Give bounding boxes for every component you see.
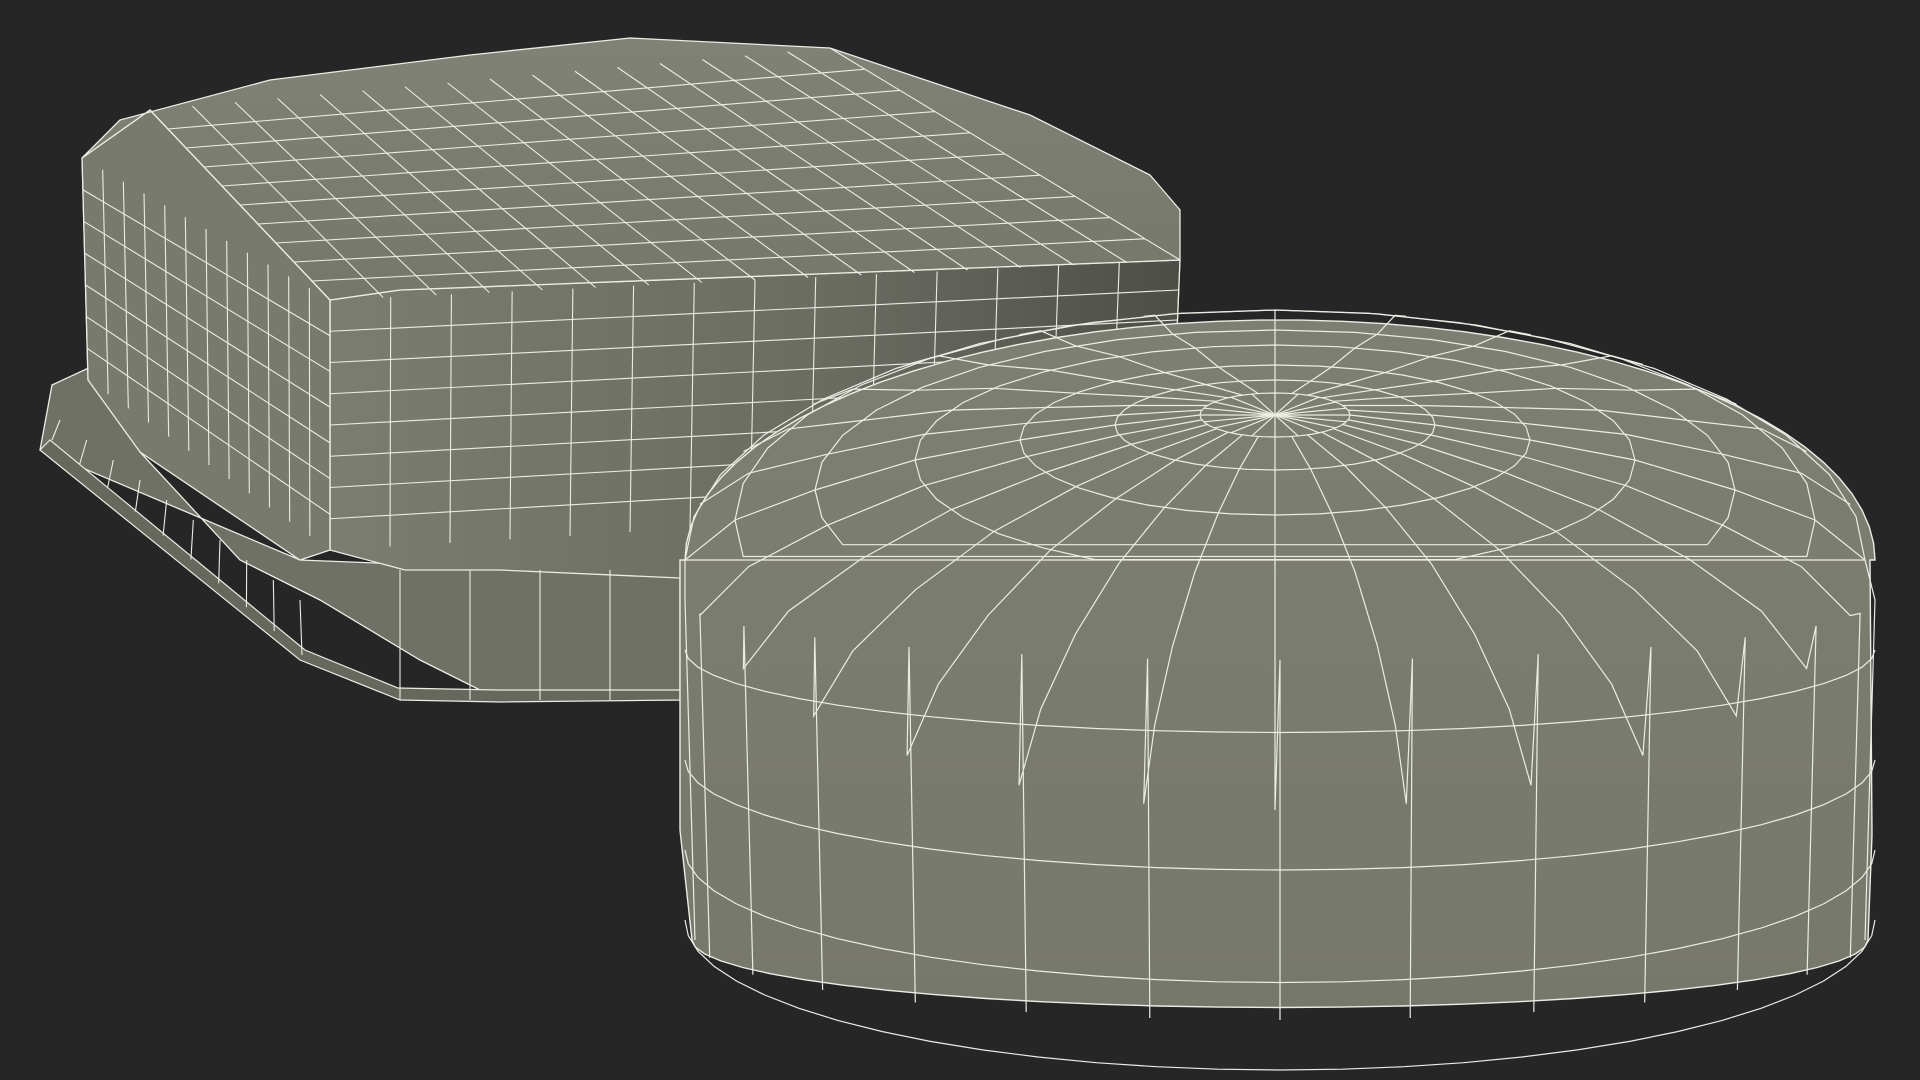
dome-object[interactable]	[679, 309, 1876, 1071]
3d-viewport[interactable]	[0, 0, 1920, 1080]
wireframe-render	[39, 37, 1876, 1071]
box-left-vertical-edge	[308, 288, 311, 536]
box-flange-edge	[190, 519, 194, 560]
box-flange-edge	[162, 499, 168, 536]
box-flange-edge	[218, 539, 221, 584]
